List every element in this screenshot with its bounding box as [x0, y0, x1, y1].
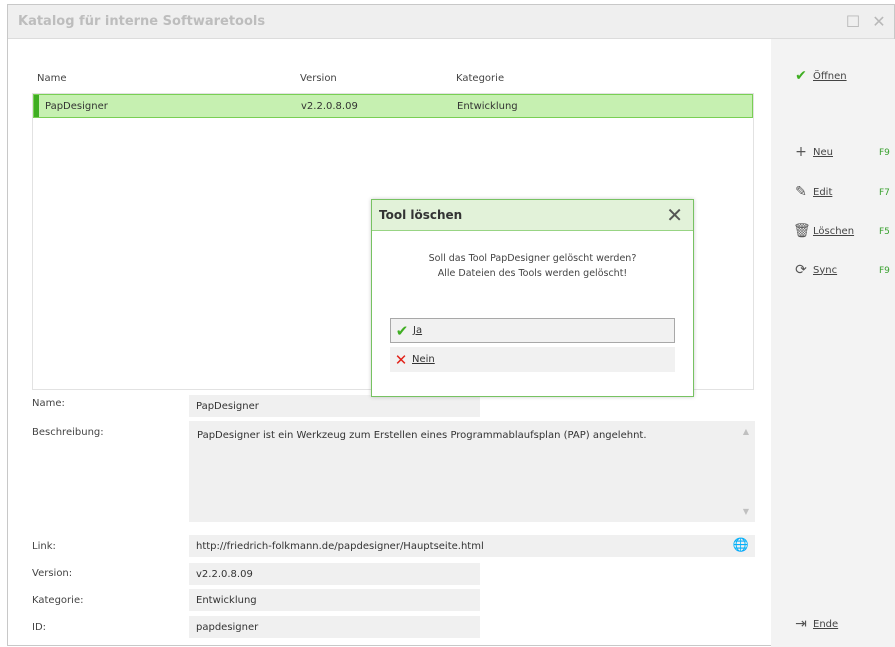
oeffnen-label: Öffnen — [813, 70, 847, 82]
beschreibung-label: Beschreibung: — [32, 427, 104, 438]
no-button[interactable]: ✕ Nein — [390, 347, 675, 372]
dialog-title-bar: Tool löschen ✕ — [372, 200, 693, 231]
sync-icon: ⟳ — [795, 262, 807, 278]
version-field[interactable]: v2.2.0.8.09 — [189, 563, 480, 585]
yes-label: Ja — [413, 325, 423, 336]
beschreibung-field[interactable]: PapDesigner ist ein Werkzeug zum Erstell… — [189, 421, 755, 522]
check-icon: ✔ — [395, 321, 409, 340]
trash-icon: 🗑 — [793, 223, 811, 239]
link-field[interactable]: http://friedrich-folkmann.de/papdesigner… — [189, 535, 755, 557]
selection-marker — [34, 95, 39, 117]
sync-button[interactable]: ⟳ Sync — [793, 260, 837, 280]
neu-shortcut: F9 — [879, 148, 890, 158]
dialog-title: Tool löschen — [379, 208, 463, 222]
link-label: Link: — [32, 541, 56, 552]
loeschen-label: Löschen — [813, 225, 855, 237]
dialog-close-icon[interactable]: ✕ — [666, 203, 683, 227]
sync-shortcut: F9 — [879, 266, 890, 276]
edit-button[interactable]: ✎ Edit — [793, 182, 832, 202]
kategorie-label: Kategorie: — [32, 595, 84, 606]
cross-icon: ✕ — [394, 350, 408, 369]
kategorie-field[interactable]: Entwicklung — [189, 589, 480, 611]
exit-icon: ⇥ — [795, 616, 807, 632]
id-field[interactable]: papdesigner — [189, 616, 480, 638]
link-text: http://friedrich-folkmann.de/papdesigner… — [196, 541, 484, 552]
oeffnen-button[interactable]: ✔ Öffnen — [793, 66, 847, 86]
edit-label: Edit — [813, 186, 833, 198]
description-scrollbar[interactable]: ▲ ▼ — [737, 421, 755, 522]
neu-label: Neu — [813, 146, 833, 158]
plus-icon: + — [795, 144, 807, 160]
scroll-up-icon[interactable]: ▲ — [737, 427, 755, 436]
dialog-message: Soll das Tool PapDesigner gelöscht werde… — [372, 251, 693, 281]
delete-dialog: Tool löschen ✕ Soll das Tool PapDesigner… — [371, 199, 694, 397]
ende-button[interactable]: ⇥ Ende — [793, 614, 838, 634]
column-header-version[interactable]: Version — [300, 73, 337, 84]
neu-button[interactable]: + Neu — [793, 142, 833, 162]
check-icon: ✔ — [795, 68, 807, 84]
row-name: PapDesigner — [45, 101, 108, 112]
no-label: Nein — [412, 354, 435, 365]
name-label: Name: — [32, 398, 65, 409]
maximize-icon[interactable]: ☐ — [842, 11, 864, 33]
action-sidebar: ✔ Öffnen + Neu F9 ✎ Edit F7 🗑 Löschen F5… — [771, 39, 895, 647]
id-label: ID: — [32, 622, 47, 633]
pencil-icon: ✎ — [795, 184, 807, 200]
edit-shortcut: F7 — [879, 188, 890, 198]
loeschen-button[interactable]: 🗑 Löschen — [793, 221, 854, 241]
dialog-message-line1: Soll das Tool PapDesigner gelöscht werde… — [428, 253, 637, 264]
scroll-down-icon[interactable]: ▼ — [737, 507, 755, 516]
version-label: Version: — [32, 568, 73, 579]
loeschen-shortcut: F5 — [879, 227, 890, 237]
beschreibung-text: PapDesigner ist ein Werkzeug zum Erstell… — [197, 430, 647, 441]
yes-button[interactable]: ✔ Ja — [390, 318, 675, 343]
dialog-message-line2: Alle Dateien des Tools werden gelöscht! — [437, 268, 628, 279]
title-bar: Katalog für interne Softwaretools ☐ ✕ — [8, 5, 894, 39]
globe-icon[interactable]: 🌐 — [733, 538, 749, 553]
column-header-kategorie[interactable]: Kategorie — [456, 73, 504, 84]
table-row[interactable]: PapDesigner v2.2.0.8.09 Entwicklung — [33, 94, 753, 118]
row-kategorie: Entwicklung — [457, 101, 518, 112]
row-version: v2.2.0.8.09 — [301, 101, 358, 112]
sync-label: Sync — [813, 264, 838, 276]
close-icon[interactable]: ✕ — [868, 11, 890, 33]
name-field[interactable]: PapDesigner — [189, 395, 480, 417]
window-title: Katalog für interne Softwaretools — [18, 14, 266, 29]
column-header-name[interactable]: Name — [37, 73, 67, 84]
ende-label: Ende — [813, 618, 839, 630]
